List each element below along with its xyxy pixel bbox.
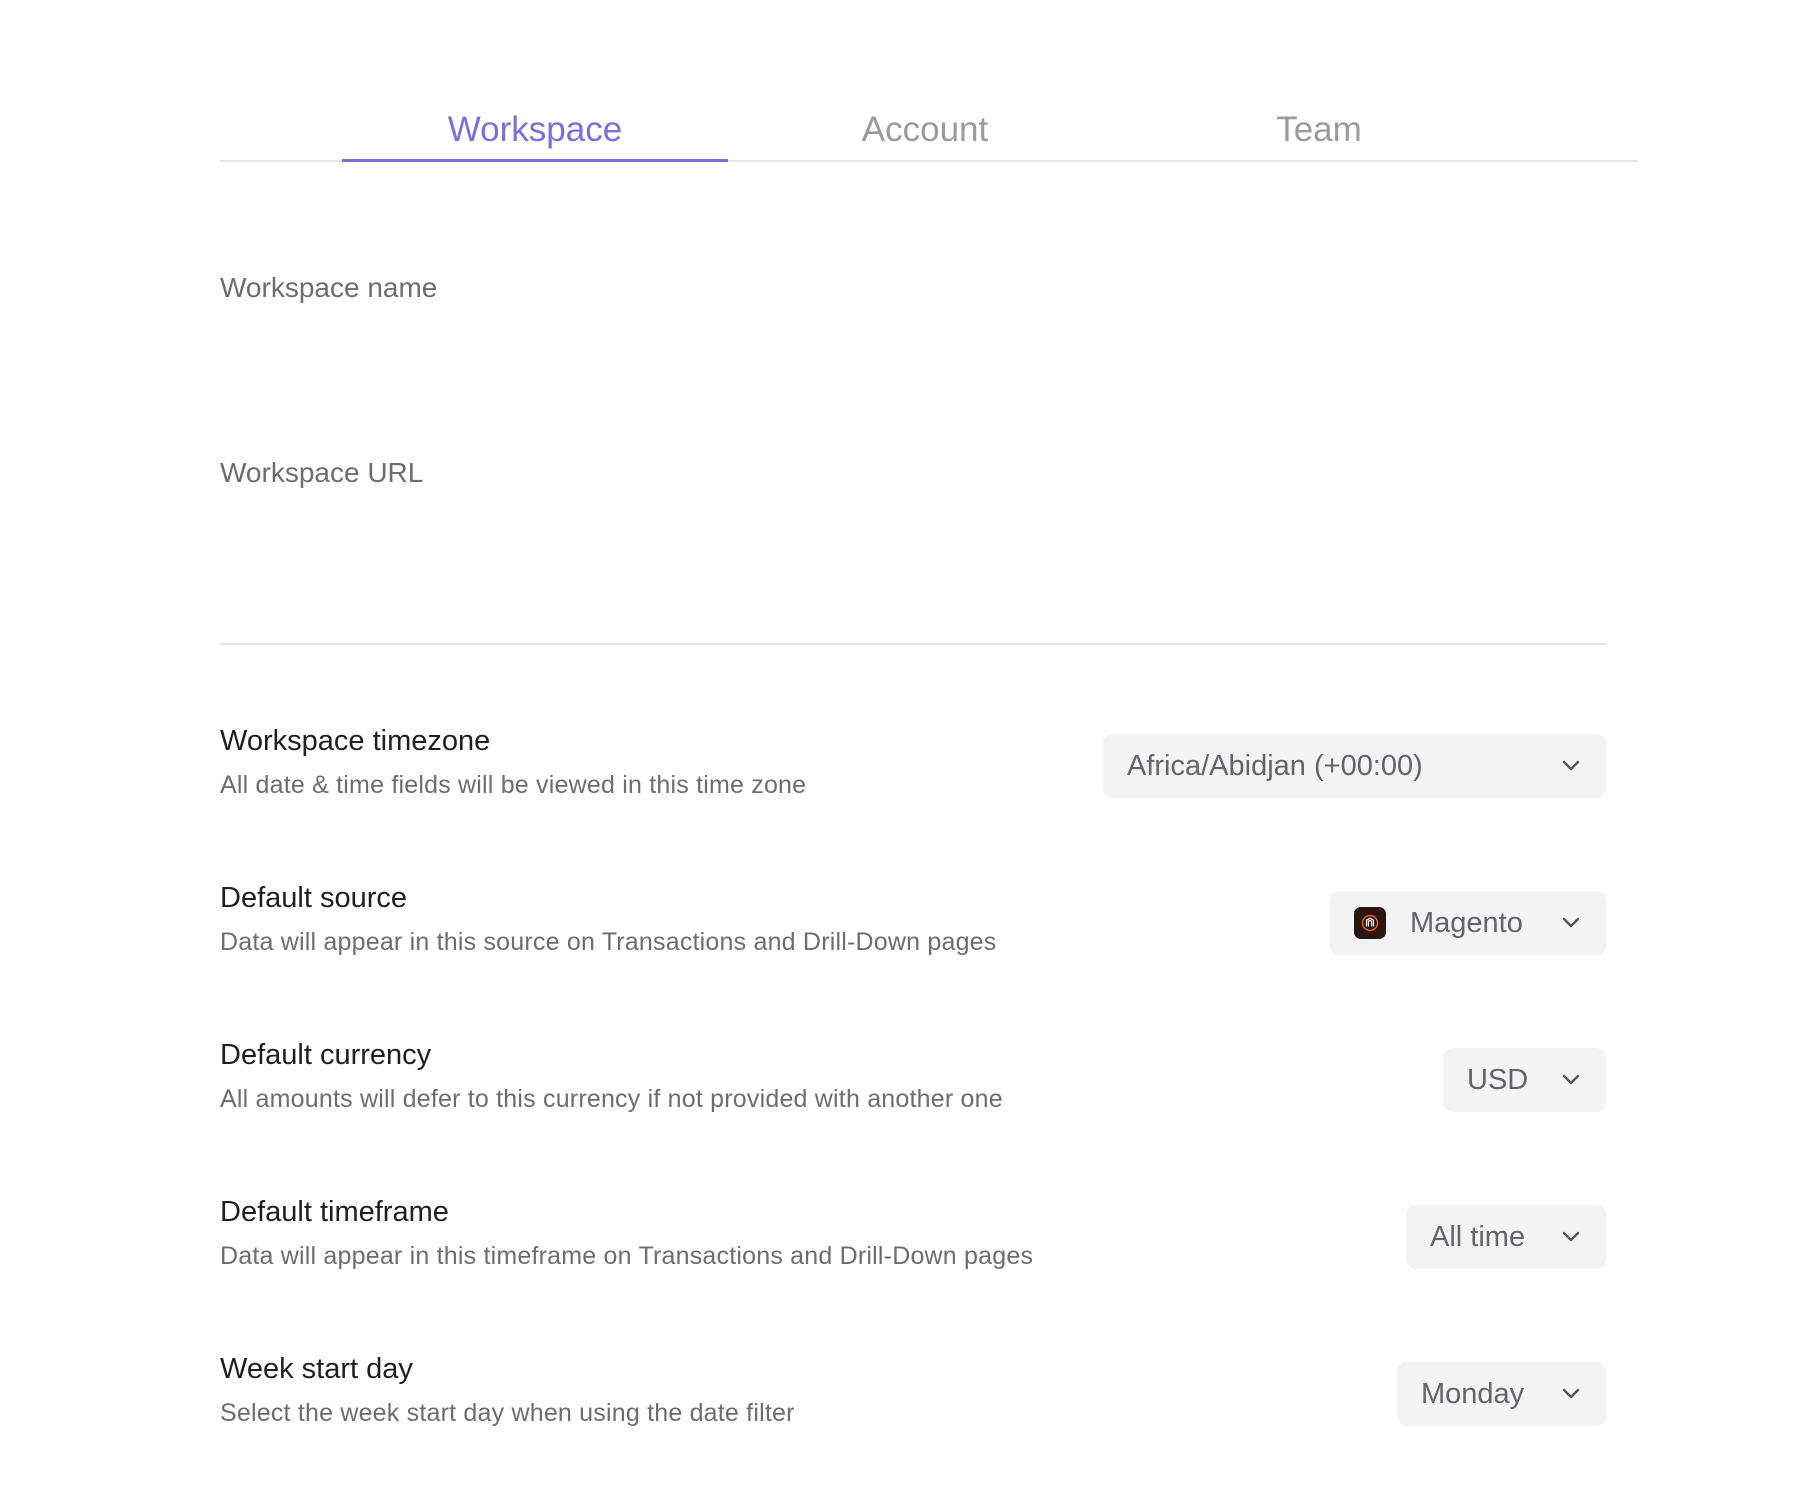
timeframe-description: Data will appear in this timeframe on Tr…	[220, 1242, 1034, 1270]
currency-select-value: USD	[1467, 1063, 1529, 1096]
source-select[interactable]: Magento	[1330, 891, 1606, 955]
setting-row-timezone: Workspace timezone All date & time field…	[220, 725, 1606, 815]
setting-row-source: Default source Data will appear in this …	[220, 882, 1606, 972]
setting-row-currency: Default currency All amounts will defer …	[220, 1039, 1606, 1129]
workspace-url-label: Workspace URL	[220, 457, 424, 488]
timezone-select-value: Africa/Abidjan (+00:00)	[1127, 749, 1423, 782]
setting-row-week-start: Week start day Select the week start day…	[220, 1353, 1606, 1443]
setting-row-timeframe: Default timeframe Data will appear in th…	[220, 1196, 1606, 1286]
tab-account[interactable]: Account	[728, 100, 1122, 160]
week-start-description: Select the week start day when using the…	[220, 1399, 795, 1427]
workspace-name-input[interactable]	[220, 320, 1606, 380]
timeframe-title: Default timeframe	[220, 1196, 449, 1228]
timeframe-select[interactable]: All time	[1406, 1205, 1606, 1269]
timeframe-select-value: All time	[1430, 1220, 1526, 1253]
magento-logo-icon	[1354, 907, 1386, 939]
currency-title: Default currency	[220, 1039, 432, 1071]
chevron-down-icon	[1560, 1383, 1582, 1405]
workspace-url-input[interactable]	[220, 505, 1606, 565]
workspace-name-label: Workspace name	[220, 272, 438, 303]
timezone-description: All date & time fields will be viewed in…	[220, 771, 807, 799]
week-start-select[interactable]: Monday	[1397, 1362, 1606, 1426]
settings-tabs: Workspace Account Team	[220, 100, 1638, 162]
tab-team[interactable]: Team	[1122, 100, 1516, 160]
week-start-select-value: Monday	[1421, 1377, 1525, 1410]
source-select-value: Magento	[1410, 906, 1523, 939]
chevron-down-icon	[1560, 1226, 1582, 1248]
currency-description: All amounts will defer to this currency …	[220, 1085, 1003, 1113]
timezone-title: Workspace timezone	[220, 725, 491, 757]
week-start-title: Week start day	[220, 1353, 413, 1385]
timezone-select[interactable]: Africa/Abidjan (+00:00)	[1103, 734, 1606, 798]
section-divider	[220, 643, 1606, 645]
chevron-down-icon	[1560, 912, 1582, 934]
chevron-down-icon	[1560, 755, 1582, 777]
source-title: Default source	[220, 882, 407, 914]
chevron-down-icon	[1560, 1069, 1582, 1091]
source-description: Data will appear in this source on Trans…	[220, 928, 997, 956]
currency-select[interactable]: USD	[1443, 1048, 1606, 1112]
tab-workspace[interactable]: Workspace	[342, 100, 728, 162]
